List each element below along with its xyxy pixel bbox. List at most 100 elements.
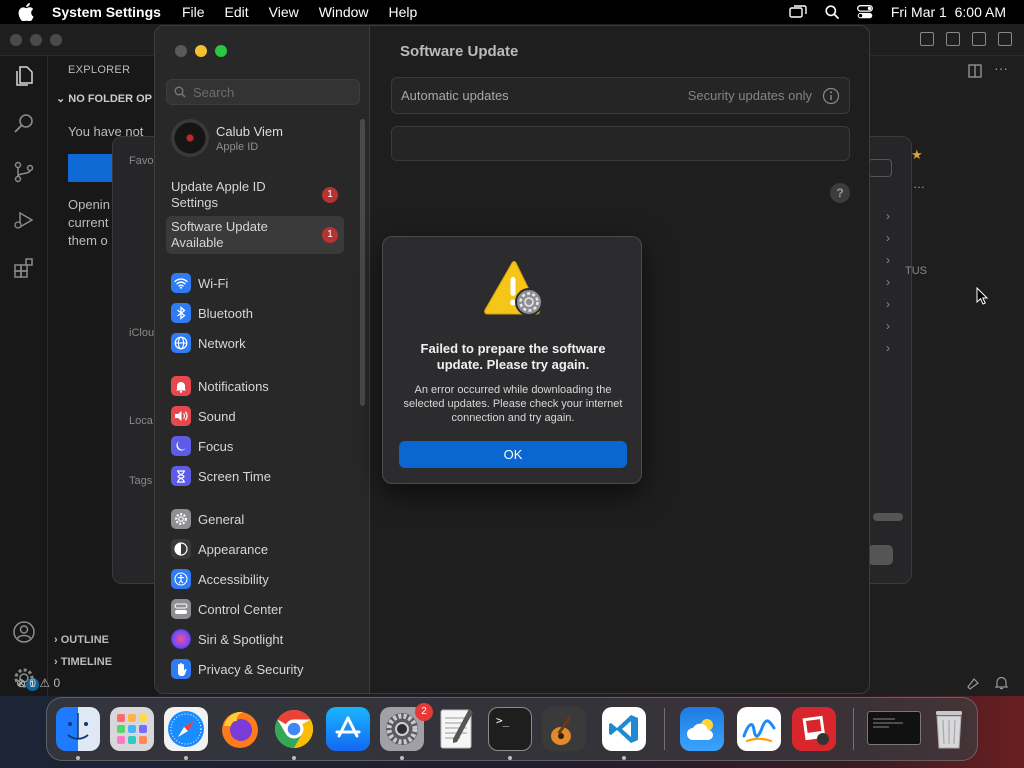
notice-badge: 1 xyxy=(322,227,338,243)
more-actions-icon[interactable]: ··· xyxy=(994,60,1008,76)
notice-label: Software Update Available xyxy=(171,219,268,250)
sidebar-item-wifi[interactable]: Wi-Fi xyxy=(171,271,228,295)
finder-row-chevron[interactable]: › xyxy=(886,341,890,355)
menu-edit[interactable]: Edit xyxy=(225,4,249,20)
sidebar-item-sound[interactable]: Sound xyxy=(171,404,236,428)
sidebar-scrollbar[interactable] xyxy=(360,119,365,406)
sidebar-item-privacy-security[interactable]: Privacy & Security xyxy=(171,657,303,681)
avatar xyxy=(171,119,209,157)
alert-title: Failed to prepare the software update. P… xyxy=(420,341,606,372)
settings-search-field[interactable] xyxy=(166,79,360,105)
sidebar-item-siri-spotlight[interactable]: Siri & Spotlight xyxy=(171,627,283,651)
sidebar-item-network[interactable]: Network xyxy=(171,331,246,355)
mouse-cursor-icon xyxy=(976,287,988,305)
finder-search-field[interactable] xyxy=(868,159,892,177)
spotlight-search-icon[interactable] xyxy=(825,5,839,19)
help-button[interactable]: ? xyxy=(830,183,850,203)
timeline-section[interactable]: › TIMELINE xyxy=(54,656,112,668)
hand-icon xyxy=(171,659,191,679)
finder-row-chevron[interactable]: › xyxy=(886,231,890,245)
extensions-icon[interactable] xyxy=(12,256,36,280)
menu-app-name[interactable]: System Settings xyxy=(52,4,161,20)
dock-safari-icon[interactable] xyxy=(164,707,208,751)
search-icon xyxy=(174,86,186,98)
terminal-prompt-icon: >_ xyxy=(496,714,510,727)
sidebar-item-screen-time[interactable]: Screen Time xyxy=(171,464,271,488)
finder-action-button[interactable] xyxy=(868,545,893,565)
vscode-close-button[interactable] xyxy=(10,34,22,46)
toggle-secondary-sidebar-icon[interactable] xyxy=(972,32,986,46)
vscode-minimize-button[interactable] xyxy=(30,34,42,46)
toggle-panel-icon[interactable] xyxy=(946,32,960,46)
finder-horizontal-scrollbar[interactable] xyxy=(873,513,903,521)
settings-search-input[interactable] xyxy=(193,84,353,100)
dock-launchpad-icon[interactable] xyxy=(110,707,154,751)
dock-terminal-icon[interactable]: >_ xyxy=(488,707,532,751)
menu-help[interactable]: Help xyxy=(389,4,418,20)
menu-clock[interactable]: Fri Mar 1 6:00 AM xyxy=(891,4,1006,20)
dock-app-store-icon[interactable] xyxy=(326,707,370,751)
close-button[interactable] xyxy=(175,45,187,57)
minimize-button[interactable] xyxy=(195,45,207,57)
control-center-icon[interactable] xyxy=(856,5,873,19)
sidebar-item-notifications[interactable]: Notifications xyxy=(171,374,269,398)
finder-favorites-label: Favo xyxy=(129,155,154,167)
sidebar-item-control-center[interactable]: Control Center xyxy=(171,597,283,621)
dock-trash-icon[interactable] xyxy=(927,707,971,751)
dock-textedit-icon[interactable] xyxy=(434,707,478,751)
split-editor-icon[interactable] xyxy=(968,64,982,78)
dock-garageband-icon[interactable] xyxy=(542,707,586,751)
explorer-files-icon[interactable] xyxy=(12,64,36,88)
automatic-updates-row[interactable]: Automatic updates Security updates only xyxy=(391,77,850,114)
account-icon[interactable] xyxy=(12,620,36,644)
finder-row-chevron[interactable]: › xyxy=(886,275,890,289)
dock-vscode-icon[interactable] xyxy=(602,707,646,751)
page-title: Software Update xyxy=(400,43,519,60)
source-control-icon[interactable] xyxy=(12,160,36,184)
sidebar-item-bluetooth[interactable]: Bluetooth xyxy=(171,301,253,325)
finder-more-icon[interactable]: … xyxy=(913,177,925,191)
finder-row-chevron[interactable]: › xyxy=(886,209,890,223)
sidebar-item-accessibility[interactable]: Accessibility xyxy=(171,567,269,591)
dock-freeform-icon[interactable] xyxy=(737,707,781,751)
zoom-button[interactable] xyxy=(215,45,227,57)
dock-firefox-icon[interactable] xyxy=(218,707,262,751)
dock-finder-icon[interactable] xyxy=(56,707,100,751)
toggle-sidebar-icon[interactable] xyxy=(920,32,934,46)
speaker-icon xyxy=(171,406,191,426)
outline-section[interactable]: › OUTLINE xyxy=(54,634,109,646)
dock-minimized-window-icon[interactable] xyxy=(867,711,921,745)
apple-menu-icon[interactable] xyxy=(18,3,38,21)
customize-layout-icon[interactable] xyxy=(998,32,1012,46)
run-debug-icon[interactable] xyxy=(12,208,36,232)
no-folder-header[interactable]: ⌄ NO FOLDER OP xyxy=(56,92,152,105)
sidebar-item-focus[interactable]: Focus xyxy=(171,434,233,458)
dock-weather-icon[interactable] xyxy=(680,707,724,751)
dock-chrome-icon[interactable] xyxy=(272,707,316,751)
menu-window[interactable]: Window xyxy=(319,4,369,20)
dock-photo-booth-icon[interactable] xyxy=(792,707,836,751)
finder-row-chevron[interactable]: › xyxy=(886,253,890,267)
menu-view[interactable]: View xyxy=(269,4,299,20)
finder-row-chevron[interactable]: › xyxy=(886,297,890,311)
copilot-icon[interactable] xyxy=(966,676,980,690)
vscode-zoom-button[interactable] xyxy=(50,34,62,46)
siri-icon xyxy=(171,629,191,649)
screen-mirroring-icon[interactable] xyxy=(789,5,807,19)
sidebar-item-appearance[interactable]: Appearance xyxy=(171,537,268,561)
dock-running-indicator xyxy=(508,756,512,760)
search-icon[interactable] xyxy=(12,112,36,136)
software-update-available[interactable]: Software Update Available 1 xyxy=(166,216,344,254)
notice-badge: 1 xyxy=(322,187,338,203)
problems-status[interactable]: ⊗ 0 ⚠ 0 xyxy=(16,676,60,690)
account-subtitle: Apple ID xyxy=(216,140,259,153)
update-apple-id-settings[interactable]: Update Apple ID Settings 1 xyxy=(166,176,344,214)
ok-button[interactable]: OK xyxy=(399,441,627,468)
notifications-bell-icon[interactable] xyxy=(995,676,1008,690)
info-icon[interactable] xyxy=(822,87,840,105)
finder-row-chevron[interactable]: › xyxy=(886,319,890,333)
apple-id-account[interactable]: Calub Viem Apple ID xyxy=(171,119,283,157)
menu-file[interactable]: File xyxy=(182,4,205,20)
dock-running-indicator xyxy=(622,756,626,760)
sidebar-item-general[interactable]: General xyxy=(171,507,244,531)
